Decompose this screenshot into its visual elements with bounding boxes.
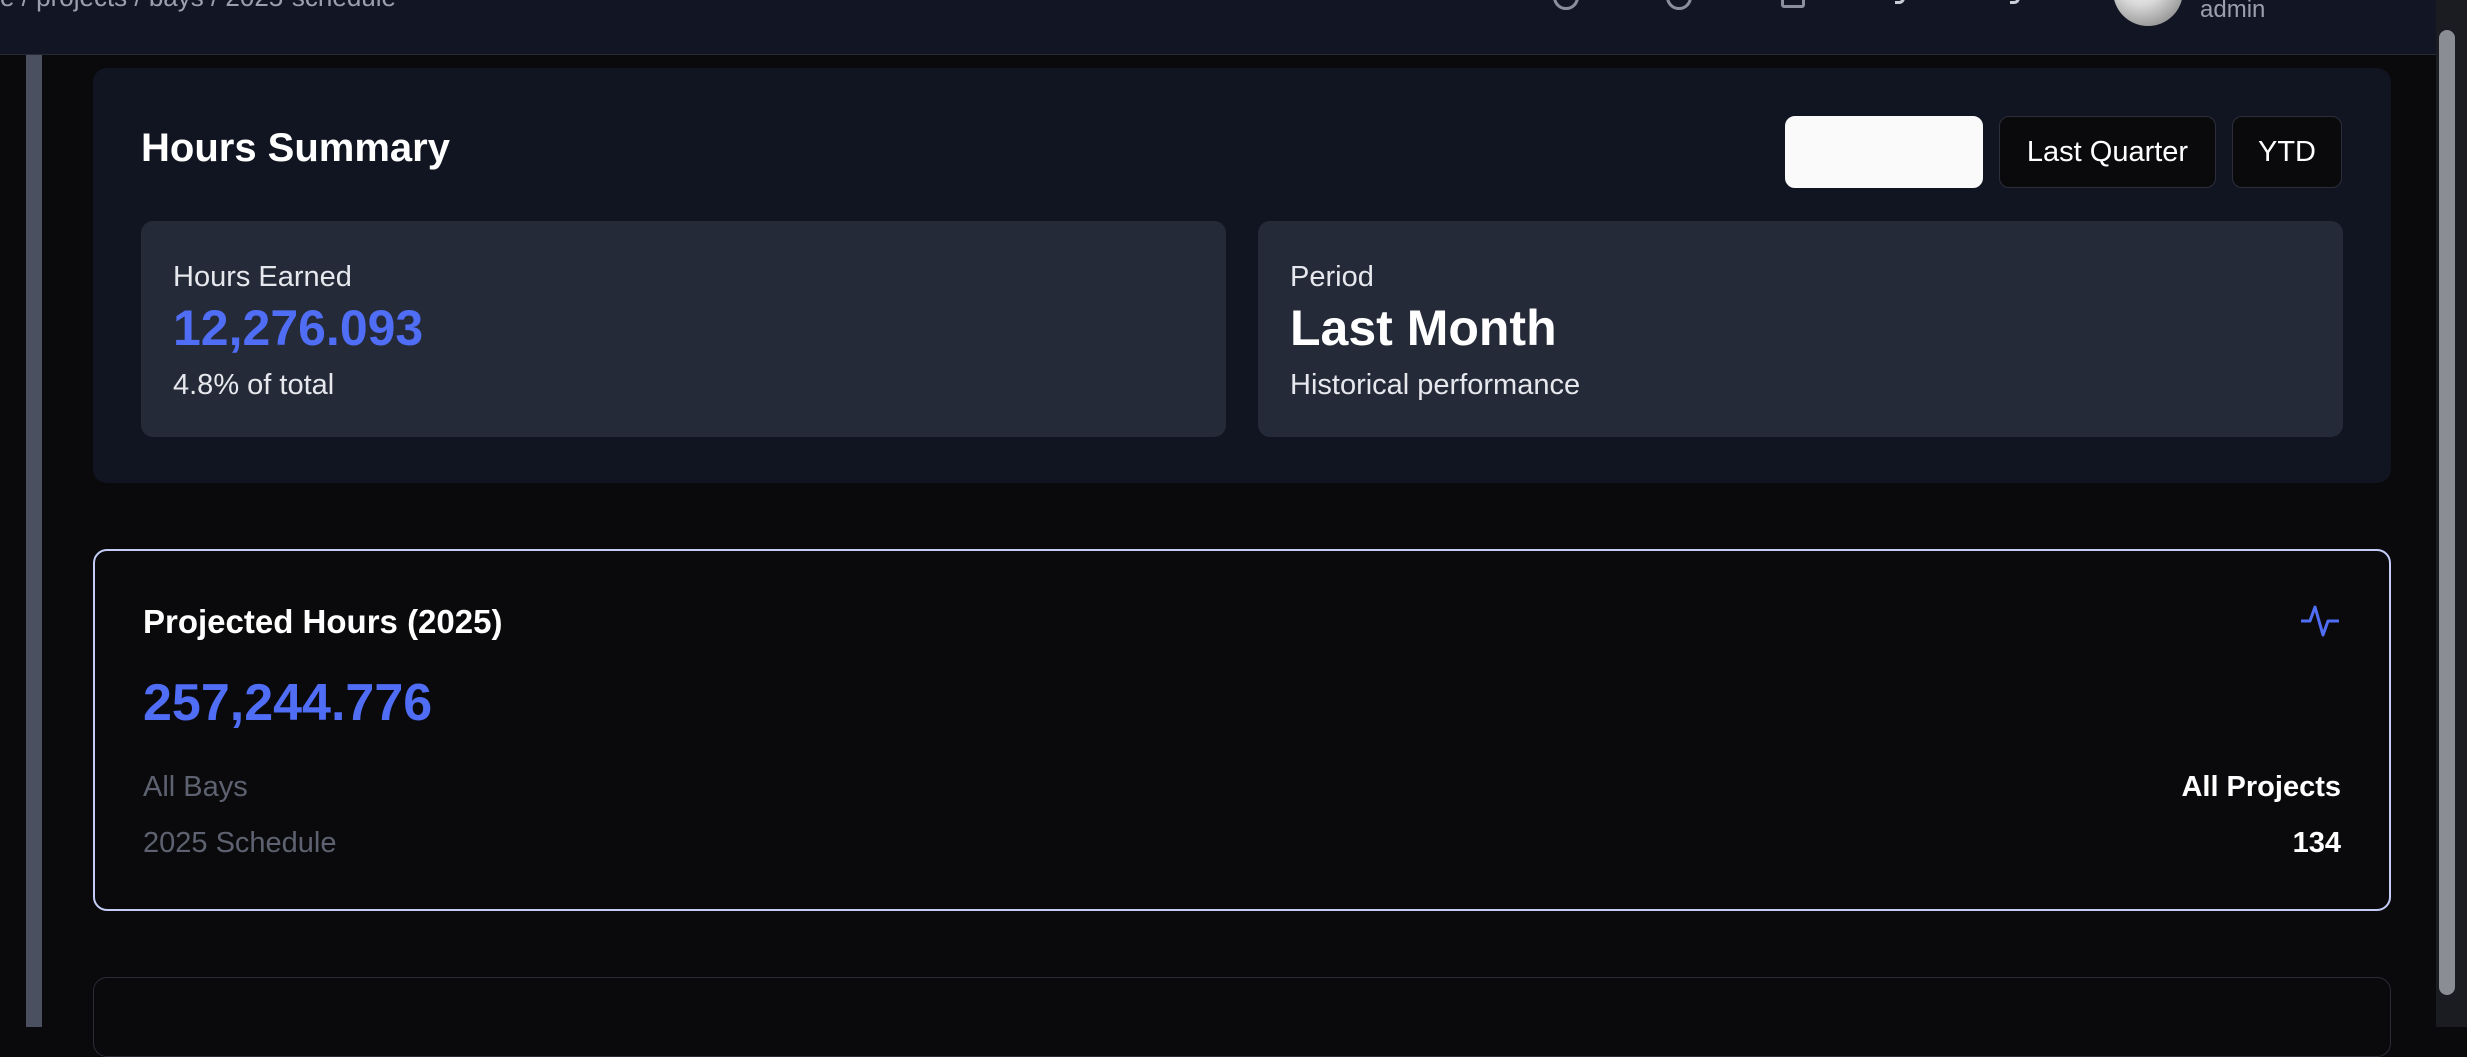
period-value: Last Month — [1290, 300, 1557, 356]
menu-indicator-icon[interactable] — [1895, 0, 1905, 4]
user-role: admin — [2200, 0, 2266, 23]
breadcrumb[interactable]: e / projects / bays / 2025-schedule — [0, 0, 396, 13]
projected-hours-title: Projected Hours (2025) — [143, 603, 503, 640]
hours-earned-value: 12,276.093 — [173, 300, 424, 356]
last-quarter-button[interactable]: Last Quarter — [1999, 116, 2216, 188]
hours-earned-card: Hours Earned 12,276.093 4.8% of total — [141, 221, 1226, 437]
avatar[interactable] — [2113, 0, 2183, 26]
period-label: Period — [1290, 261, 1374, 293]
period-subtext: Historical performance — [1290, 369, 1581, 401]
hours-summary-panel: Hours Summary Last Quarter YTD Hours Ear… — [93, 68, 2391, 483]
period-card: Period Last Month Historical performance — [1258, 221, 2343, 437]
help-circle-icon[interactable] — [1553, 0, 1579, 10]
next-card — [93, 977, 2391, 1057]
info-circle-icon[interactable] — [1666, 0, 1692, 10]
hours-summary-title: Hours Summary — [141, 126, 450, 170]
projected-hours-value: 257,244.776 — [143, 674, 433, 732]
calendar-icon[interactable] — [1781, 0, 1805, 8]
hours-earned-subtext: 4.8% of total — [173, 369, 335, 401]
top-navigation-bar: e / projects / bays / 2025-schedule admi… — [0, 0, 2467, 55]
projects-scope-label: All Projects — [2181, 771, 2341, 803]
menu-indicator-icon[interactable] — [2010, 0, 2020, 4]
scope-bays-label: All Bays — [143, 771, 248, 803]
activity-icon — [2301, 605, 2339, 637]
ytd-button[interactable]: YTD — [2232, 116, 2342, 188]
schedule-label: 2025 Schedule — [143, 827, 337, 859]
hours-earned-label: Hours Earned — [173, 261, 352, 293]
scrollbar-thumb[interactable] — [2439, 30, 2455, 995]
period-button-active[interactable] — [1785, 116, 1983, 188]
sidebar-edge — [26, 55, 42, 1027]
projected-hours-card[interactable]: Projected Hours (2025) 257,244.776 All B… — [93, 549, 2391, 911]
projects-count: 134 — [2292, 827, 2341, 859]
